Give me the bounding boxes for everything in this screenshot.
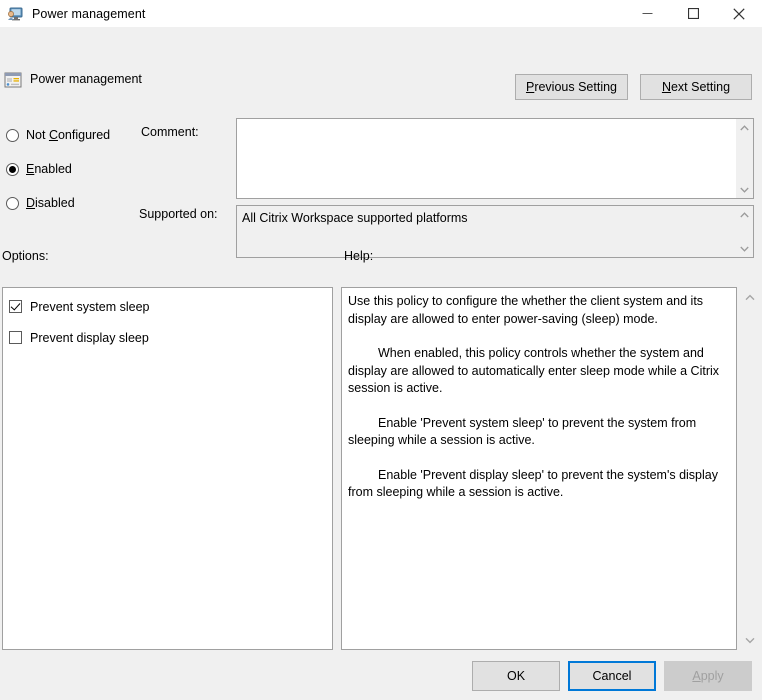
supported-on-value: All Citrix Workspace supported platforms bbox=[237, 206, 736, 257]
radio-disabled-mark[interactable] bbox=[6, 196, 19, 210]
radio-enabled-mark[interactable] bbox=[6, 162, 19, 176]
comment-label: Comment: bbox=[141, 125, 199, 139]
scroll-down-icon[interactable] bbox=[736, 181, 753, 198]
scroll-up-icon[interactable] bbox=[736, 206, 753, 223]
dialog-header: Power management Previous Setting Next S… bbox=[0, 27, 762, 100]
radio-disabled[interactable]: Disabled bbox=[6, 190, 110, 216]
options-section-label: Options: bbox=[2, 249, 49, 263]
radio-not-configured-label: Not Configured bbox=[26, 128, 111, 142]
scroll-down-icon[interactable] bbox=[739, 630, 761, 650]
window-title: Power management bbox=[32, 6, 146, 21]
state-radio-group: Not Configured Enabled Disabled bbox=[6, 122, 110, 224]
checkbox-prevent-display-sleep[interactable]: Prevent display sleep bbox=[9, 326, 332, 349]
help-paragraph: Use this policy to configure the whether… bbox=[348, 294, 704, 326]
checkbox-prevent-system-sleep-mark[interactable] bbox=[9, 300, 22, 313]
supported-on-field: All Citrix Workspace supported platforms bbox=[236, 205, 754, 258]
cancel-button[interactable]: Cancel bbox=[568, 661, 656, 691]
radio-not-configured[interactable]: Not Configured bbox=[6, 122, 110, 148]
state-and-metadata-area: Not Configured Enabled Disabled Comment:… bbox=[0, 81, 762, 258]
apply-button: Apply bbox=[664, 661, 752, 691]
comment-field[interactable] bbox=[236, 118, 754, 199]
supported-on-scrollbar[interactable] bbox=[736, 206, 753, 257]
dialog-footer: OK Cancel Apply bbox=[0, 652, 762, 700]
help-panel: Use this policy to configure the whether… bbox=[341, 287, 737, 650]
help-section-label: Help: bbox=[344, 249, 374, 263]
apply-label: pply bbox=[700, 669, 724, 683]
title-bar: Power management bbox=[0, 0, 762, 27]
scroll-up-icon[interactable] bbox=[736, 119, 753, 136]
footer-buttons: OK Cancel Apply bbox=[472, 661, 752, 691]
apply-accel: A bbox=[692, 669, 701, 683]
window-controls bbox=[624, 0, 762, 27]
minimize-icon[interactable] bbox=[624, 0, 670, 27]
help-paragraph: Enable 'Prevent display sleep' to preven… bbox=[348, 467, 718, 500]
policy-monitor-icon bbox=[7, 6, 23, 22]
help-paragraph: When enabled, this policy controls wheth… bbox=[348, 346, 720, 395]
ok-button[interactable]: OK bbox=[472, 661, 560, 691]
comment-input[interactable] bbox=[237, 119, 736, 198]
radio-not-configured-mark[interactable] bbox=[6, 128, 19, 142]
radio-disabled-label: Disabled bbox=[26, 196, 75, 210]
help-paragraph: Enable 'Prevent system sleep' to prevent… bbox=[348, 415, 697, 448]
help-scrollbar[interactable] bbox=[739, 287, 761, 650]
help-area: Use this policy to configure the whether… bbox=[341, 287, 761, 650]
supported-on-label: Supported on: bbox=[139, 207, 218, 221]
checkbox-prevent-system-sleep-label: Prevent system sleep bbox=[30, 299, 150, 314]
radio-enabled[interactable]: Enabled bbox=[6, 156, 110, 182]
options-panel: Prevent system sleep Prevent display sle… bbox=[2, 287, 333, 650]
scroll-down-icon[interactable] bbox=[736, 240, 753, 257]
comment-scrollbar[interactable] bbox=[736, 119, 753, 198]
checkbox-prevent-system-sleep[interactable]: Prevent system sleep bbox=[9, 295, 332, 318]
radio-enabled-label: Enabled bbox=[26, 162, 72, 176]
scroll-up-icon[interactable] bbox=[739, 287, 761, 307]
checkbox-prevent-display-sleep-label: Prevent display sleep bbox=[30, 330, 149, 345]
checkbox-prevent-display-sleep-mark[interactable] bbox=[9, 331, 22, 344]
close-icon[interactable] bbox=[716, 0, 762, 27]
maximize-icon[interactable] bbox=[670, 0, 716, 27]
